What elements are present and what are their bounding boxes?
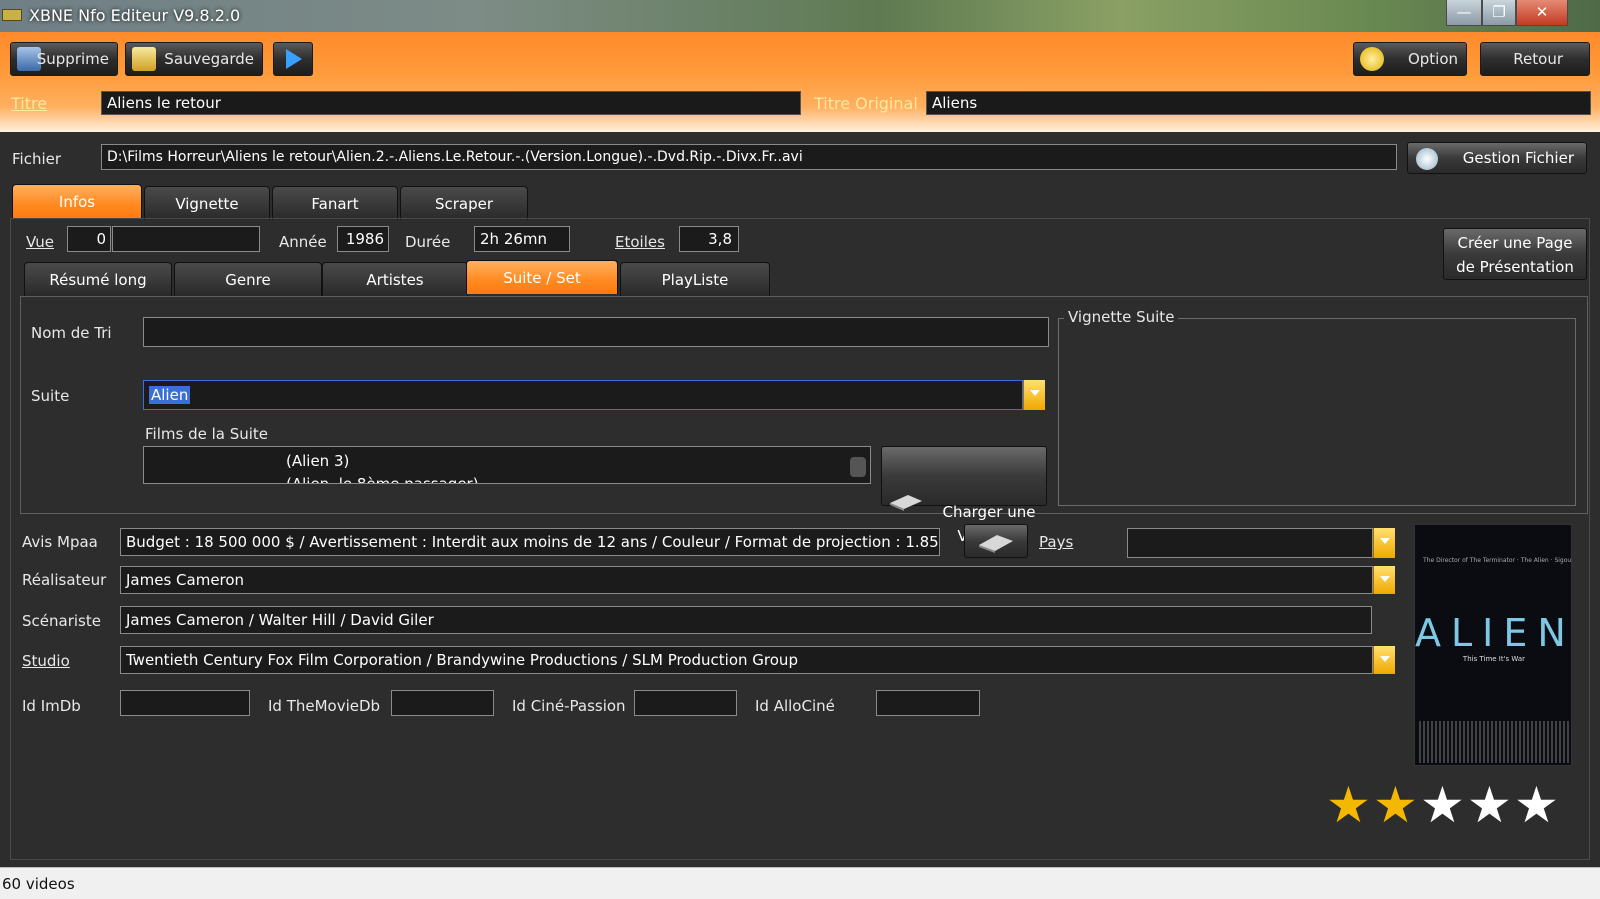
country-label: Pays — [1039, 533, 1074, 551]
tab-fanart[interactable]: Fanart — [272, 186, 398, 220]
tab-playliste[interactable]: PlayListe — [620, 262, 770, 296]
poster-tagline: The Director of The Terminator · The Ali… — [1423, 557, 1572, 564]
allocine-id-input[interactable] — [876, 690, 980, 716]
studio-dropdown-arrow[interactable] — [1373, 646, 1395, 674]
views-extra-input[interactable] — [112, 226, 260, 252]
tab-genre[interactable]: Genre — [174, 262, 322, 296]
poster-subtitle: This Time It's War — [1462, 655, 1526, 663]
tmdb-id-label: Id TheMovieDb — [268, 697, 381, 715]
sort-name-label: Nom de Tri — [31, 324, 112, 342]
suite-dropdown-arrow[interactable] — [1023, 380, 1045, 410]
close-button[interactable]: ✕ — [1516, 0, 1568, 26]
tab-scraper[interactable]: Scraper — [400, 186, 528, 220]
original-title-input[interactable]: Aliens — [926, 91, 1591, 115]
director-label: Réalisateur — [22, 571, 107, 589]
title-bar: XBNE Nfo Editeur V9.8.2.0 — ❐ ✕ — [0, 0, 1600, 32]
star-icon[interactable]: ★ — [1514, 780, 1559, 830]
poster-title: ALIENS — [1415, 611, 1572, 655]
thumbnail-suite-group — [1058, 318, 1576, 506]
suite-combobox[interactable]: Alien — [143, 380, 1023, 410]
studio-label: Studio — [22, 652, 70, 670]
star-icon[interactable]: ★ — [1373, 780, 1418, 830]
book-icon — [979, 535, 1013, 553]
tmdb-id-input[interactable] — [391, 690, 494, 716]
original-title-label: Titre Original — [814, 94, 918, 113]
list-scrollbar[interactable] — [850, 457, 866, 477]
director-dropdown-arrow[interactable] — [1373, 566, 1395, 594]
delete-button[interactable]: Supprime — [10, 42, 118, 76]
duration-input[interactable]: 2h 26mn — [474, 226, 570, 252]
star-icon[interactable]: ★ — [1467, 780, 1512, 830]
year-input[interactable]: 1986 — [337, 226, 389, 252]
tab-infos[interactable]: Infos — [12, 184, 142, 218]
studio-combobox[interactable]: Twentieth Century Fox Film Corporation /… — [120, 646, 1373, 674]
country-combobox[interactable] — [1127, 528, 1373, 558]
director-combobox[interactable]: James Cameron — [120, 566, 1373, 594]
tab-artistes[interactable]: Artistes — [322, 262, 468, 296]
duration-label: Durée — [405, 233, 451, 251]
load-thumbnail-button[interactable]: Charger une Vignette — [881, 446, 1047, 545]
views-label: Vue — [26, 233, 54, 251]
star-icon[interactable]: ★ — [1326, 780, 1371, 830]
cinepassion-id-label: Id Ciné-Passion — [512, 697, 626, 715]
suite-label: Suite — [31, 387, 70, 405]
load-image-icon — [888, 465, 924, 511]
title-input[interactable]: Aliens le retour — [101, 91, 801, 115]
cinepassion-id-input[interactable] — [634, 690, 737, 716]
mpaa-label: Avis Mpaa — [22, 533, 98, 551]
movie-poster[interactable]: The Director of The Terminator · The Ali… — [1414, 524, 1572, 766]
play-arrow-icon — [286, 49, 302, 69]
mpaa-input[interactable]: Budget : 18 500 000 $ / Avertissement : … — [120, 528, 940, 556]
disc-icon — [1416, 148, 1438, 170]
maximize-button[interactable]: ❐ — [1482, 0, 1516, 26]
thumbnail-suite-label: Vignette Suite — [1064, 308, 1179, 326]
poster-credits — [1419, 721, 1569, 763]
films-list[interactable]: (Alien 3) (Alien, le 8ème passager) — [143, 446, 871, 484]
star-icon[interactable]: ★ — [1420, 780, 1465, 830]
star-rating[interactable]: ★ ★ ★ ★ ★ — [1326, 780, 1566, 830]
list-item[interactable]: (Alien, le 8ème passager) — [286, 475, 479, 483]
tab-suite-set[interactable]: Suite / Set — [466, 260, 618, 294]
status-text: 60 videos — [2, 875, 75, 893]
country-dropdown-arrow[interactable] — [1373, 528, 1395, 558]
file-path-input[interactable]: D:\Films Horreur\Aliens le retour\Alien.… — [101, 144, 1397, 170]
year-label: Année — [279, 233, 327, 251]
tab-resume-long[interactable]: Résumé long — [24, 262, 172, 296]
films-suite-label: Films de la Suite — [145, 425, 269, 443]
next-button[interactable] — [273, 42, 313, 76]
save-button[interactable]: Sauvegarde — [125, 42, 263, 76]
list-item[interactable]: (Alien 3) — [286, 452, 349, 470]
status-bar: 60 videos — [0, 867, 1600, 899]
window-title: XBNE Nfo Editeur V9.8.2.0 — [29, 6, 241, 25]
file-manage-button[interactable]: Gestion Fichier — [1407, 142, 1587, 174]
suite-selected-text: Alien — [149, 386, 191, 404]
minimize-button[interactable]: — — [1446, 0, 1482, 26]
option-icon — [1360, 47, 1384, 71]
writer-label: Scénariste — [22, 612, 101, 630]
back-button[interactable]: Retour — [1480, 42, 1590, 76]
sort-name-input[interactable] — [143, 317, 1049, 347]
imdb-id-input[interactable] — [120, 690, 250, 716]
create-presentation-button[interactable]: Créer une Page de Présentation — [1443, 228, 1587, 280]
imdb-id-label: Id ImDb — [22, 697, 81, 715]
file-label: Fichier — [12, 150, 62, 168]
allocine-id-label: Id AlloCiné — [755, 697, 835, 715]
writer-input[interactable]: James Cameron / Walter Hill / David Gile… — [120, 606, 1372, 634]
views-input[interactable]: 0 — [67, 226, 111, 252]
app-icon — [2, 9, 22, 21]
save-icon — [132, 47, 156, 71]
tab-vignette[interactable]: Vignette — [144, 186, 270, 220]
option-button[interactable]: Option — [1353, 42, 1467, 76]
stars-input[interactable]: 3,8 — [679, 226, 739, 252]
title-label: Titre — [11, 94, 48, 113]
mpaa-action-button[interactable] — [964, 524, 1028, 558]
stars-label: Etoiles — [615, 233, 665, 251]
